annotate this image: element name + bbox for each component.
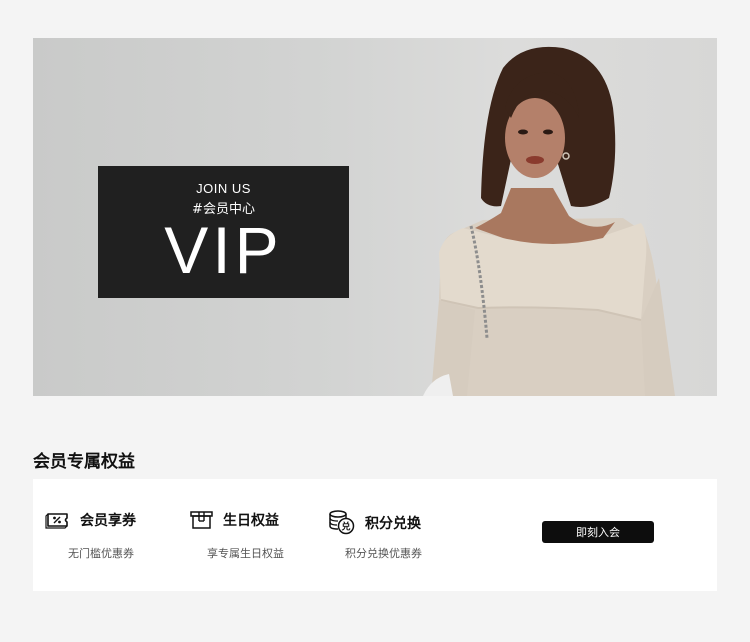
benefit-name: 会员享券	[80, 513, 136, 529]
vip-banner[interactable]: JOIN US #会员中心 VIP	[33, 38, 717, 396]
svg-text:兑: 兑	[341, 521, 350, 533]
benefit-desc: 无门槛优惠券	[68, 547, 134, 560]
benefit-name: 积分兑换	[365, 515, 421, 532]
points-exchange-icon: 兑	[329, 510, 355, 535]
section-title: 会员专属权益	[33, 452, 135, 472]
vip-text: VIP	[164, 213, 283, 287]
benefit-name: 生日权益	[223, 513, 279, 529]
join-us-text: JOIN US	[196, 181, 251, 196]
benefit-coupon[interactable]: 会员享券 无门槛优惠券	[45, 479, 185, 591]
benefit-birthday[interactable]: 生日权益 享专属生日权益	[190, 479, 330, 591]
benefit-desc: 享专属生日权益	[207, 547, 284, 560]
model-photo	[423, 46, 675, 396]
coupon-icon	[45, 513, 68, 529]
benefit-desc: 积分兑换优惠券	[345, 547, 422, 560]
benefits-card: 会员享券 无门槛优惠券 生日权益 享专属生日权益 兑 积分兑换 积分兑换优惠券 …	[33, 479, 717, 591]
join-now-button[interactable]: 即刻入会	[542, 521, 654, 543]
gift-box-icon	[190, 511, 213, 529]
benefit-points[interactable]: 兑 积分兑换 积分兑换优惠券	[328, 479, 478, 591]
membership-page: JOIN US #会员中心 VIP 会员专属权益 会员享券 无门槛优惠券 生日权…	[0, 0, 750, 642]
vip-title-box: JOIN US #会员中心 VIP	[98, 166, 349, 298]
